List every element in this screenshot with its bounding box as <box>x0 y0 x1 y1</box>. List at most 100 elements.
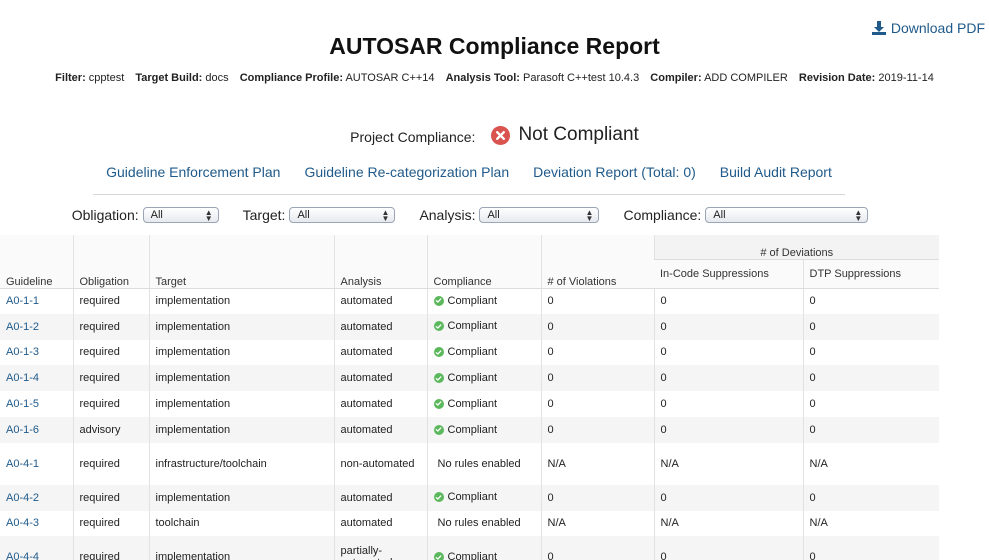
build-audit-report-link[interactable]: Build Audit Report <box>720 164 832 194</box>
compliance-status: Compliant <box>433 346 498 359</box>
in-code-suppressions-cell: 0 <box>653 365 803 392</box>
check-circle-icon <box>433 398 444 409</box>
guideline-link[interactable]: A0-1-2 <box>6 321 39 333</box>
guideline-link[interactable]: A0-1-5 <box>6 398 39 410</box>
column-group-deviations: # of Deviations <box>653 235 939 260</box>
filter-bar: Obligation: All ▲ ▼ Target: All ▲ ▼ Anal… <box>0 207 940 223</box>
project-compliance-label: Project Compliance: <box>350 128 476 145</box>
table-row: A0-4-1 required infrastructure/toolchain no… <box>0 442 939 485</box>
compliance-label: Compliant <box>447 372 498 385</box>
table-row: A0-1-5 required implementation automated Com… <box>0 391 939 417</box>
violations-cell: 0 <box>540 391 654 417</box>
table-row: A0-1-6 advisory implementation automated Com… <box>0 416 939 443</box>
target-cell: implementation <box>148 313 334 340</box>
analysis-select[interactable]: All ▲ ▼ <box>479 207 600 223</box>
column-header-compliance[interactable]: Compliance <box>426 235 541 289</box>
guideline-cell: A0-1-1 <box>0 288 73 314</box>
check-circle-icon <box>433 552 444 560</box>
meta-filter: Filter: cpptest <box>55 72 125 84</box>
page-title: AUTOSAR Compliance Report <box>329 33 660 59</box>
obligation-filter: Obligation: All ▲ ▼ <box>72 207 219 223</box>
in-code-suppressions-cell: 0 <box>653 339 803 366</box>
compliance-cell: No rules enabled <box>426 510 541 537</box>
deviation-report-link[interactable]: Deviation Report (Total: 0) <box>533 164 696 194</box>
column-header-analysis[interactable]: Analysis <box>333 235 427 289</box>
compliance-label: Compliant <box>447 346 498 359</box>
obligation-cell: required <box>72 365 149 392</box>
compliance-status: Compliant <box>433 491 497 503</box>
guideline-cell: A0-1-6 <box>0 416 73 443</box>
obligation-cell: required <box>72 313 149 340</box>
target-cell: implementation <box>148 339 334 366</box>
project-compliance: Project Compliance: Not Compliant <box>0 124 989 146</box>
guideline-enforcement-plan-link[interactable]: Guideline Enforcement Plan <box>106 164 280 194</box>
table-row: A0-4-2 required implementation automated Com… <box>0 484 939 511</box>
target-select[interactable]: All ▲ ▼ <box>289 207 396 223</box>
obligation-filter-label: Obligation: <box>71 207 139 223</box>
column-header-in-code-suppressions[interactable]: In-Code Suppressions <box>654 259 803 289</box>
column-header-guideline[interactable]: Guideline <box>0 235 73 289</box>
obligation-cell: required <box>72 391 149 417</box>
in-code-suppressions-cell: N/A <box>653 442 803 485</box>
analysis-cell: non-automated <box>333 442 427 485</box>
column-header-violations[interactable]: # of Violations <box>540 235 654 289</box>
guideline-link[interactable]: A0-1-6 <box>6 424 39 436</box>
in-code-suppressions-cell: 0 <box>653 313 803 340</box>
analysis-filter-label: Analysis: <box>419 207 476 223</box>
violations-cell: 0 <box>540 339 654 366</box>
dtp-suppressions-cell: 0 <box>802 536 939 560</box>
dtp-suppressions-cell: N/A <box>802 442 939 485</box>
analysis-filter: Analysis: All ▲ ▼ <box>419 207 600 223</box>
compliance-select[interactable]: All ▲ ▼ <box>705 207 869 223</box>
compliance-cell: No rules enabled <box>426 442 541 485</box>
project-compliance-status: Not Compliant <box>518 124 639 145</box>
column-header-dtp-suppressions[interactable]: DTP Suppressions <box>802 259 939 289</box>
guideline-link[interactable]: A0-1-3 <box>6 346 39 358</box>
check-circle-icon <box>433 373 444 384</box>
dtp-suppressions-cell: 0 <box>802 365 939 392</box>
check-circle-icon <box>433 295 444 306</box>
compliance-cell: Compliant <box>426 536 541 560</box>
guideline-cell: A0-4-3 <box>0 511 73 537</box>
guideline-link[interactable]: A0-4-2 <box>6 492 39 504</box>
obligation-cell: required <box>72 442 149 485</box>
guideline-recategorization-plan-link[interactable]: Guideline Re-categorization Plan <box>304 164 509 194</box>
guideline-link[interactable]: A0-4-1 <box>6 458 39 470</box>
table-row: A0-1-2 required implementation automated Com… <box>0 313 939 340</box>
guideline-link[interactable]: A0-4-4 <box>6 551 39 560</box>
meta-analysis-tool: Analysis Tool: Parasoft C++test 10.4.3 <box>445 72 640 84</box>
target-cell: implementation <box>148 484 334 511</box>
compliance-label: Compliant <box>447 551 498 560</box>
obligation-select[interactable]: All ▲ ▼ <box>142 207 219 223</box>
dtp-suppressions-cell: 0 <box>802 416 939 443</box>
compliance-cell: Compliant <box>426 339 541 366</box>
obligation-cell: advisory <box>72 416 149 443</box>
target-cell: toolchain <box>148 510 334 537</box>
guideline-link[interactable]: A0-1-1 <box>6 295 39 307</box>
column-header-obligation[interactable]: Obligation <box>72 235 149 289</box>
compliance-label: Compliant <box>447 397 498 410</box>
check-circle-icon <box>433 321 444 332</box>
obligation-cell: required <box>72 536 149 560</box>
in-code-suppressions-cell: 0 <box>653 391 803 417</box>
target-cell: implementation <box>148 391 334 417</box>
obligation-cell: required <box>72 339 149 366</box>
analysis-cell: automated <box>333 365 427 392</box>
column-header-target[interactable]: Target <box>148 235 334 289</box>
compliance-cell: Compliant <box>426 484 541 511</box>
guideline-link[interactable]: A0-1-4 <box>6 372 39 384</box>
analysis-cell: automated <box>333 391 427 417</box>
dtp-suppressions-cell: N/A <box>802 510 939 537</box>
meta-target-build: Target Build: docs <box>135 72 229 84</box>
violations-cell: 0 <box>540 313 654 340</box>
guideline-cell: A0-4-4 <box>0 536 73 560</box>
in-code-suppressions-cell: 0 <box>653 484 803 511</box>
violations-cell: 0 <box>540 536 654 560</box>
compliance-cell: Compliant <box>426 288 541 314</box>
analysis-cell: automated <box>333 313 427 340</box>
in-code-suppressions-cell: 0 <box>653 536 803 560</box>
in-code-suppressions-cell: N/A <box>653 510 803 537</box>
guideline-link[interactable]: A0-4-3 <box>6 517 39 529</box>
report-links: Guideline Enforcement Plan Guideline Re-… <box>93 164 845 195</box>
analysis-cell: automated <box>333 416 427 443</box>
